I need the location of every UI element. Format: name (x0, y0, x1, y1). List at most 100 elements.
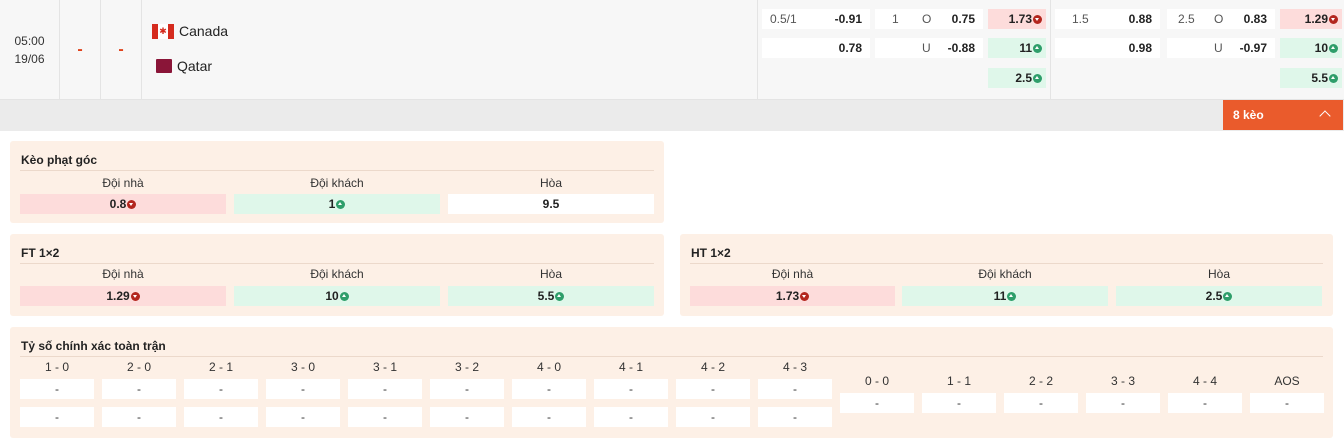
ht-draw-value: 2.5 (1205, 289, 1223, 303)
h1-handicap-home-odds: 0.88 (1128, 12, 1152, 26)
h1-handicap-home-cell[interactable]: 1.5 0.88 (1055, 9, 1160, 29)
ft-1x2-away-odds: 11 (1019, 41, 1032, 55)
arrow-up-icon (339, 291, 349, 301)
h1-under-cell[interactable]: U -0.97 (1167, 38, 1275, 58)
ft-1x2-home-odds: 1.73 (1008, 12, 1032, 26)
ft-draw-label: Hòa (539, 267, 562, 281)
ft-under-cell[interactable]: U -0.88 (875, 38, 983, 58)
ft-1x2-panel: FT 1×2 Đội nhà Đội khách Hòa 1.29 10 5.5 (10, 234, 664, 316)
more-odds-button[interactable]: 8 kèo (1223, 100, 1343, 130)
ft-overunder-line: 1 (892, 12, 899, 26)
ft-home-value: 1.29 (106, 289, 130, 303)
arrow-up-icon (1329, 74, 1338, 83)
correct-score-away-odds[interactable]: - (512, 407, 586, 427)
match-date: 19/06 (14, 52, 45, 66)
match-time: 05:00 (14, 34, 45, 48)
correct-score-home-odds[interactable]: - (758, 379, 832, 399)
correct-score-home-odds[interactable]: - (102, 379, 176, 399)
correct-score-home-odds[interactable]: - (184, 379, 258, 399)
ft-1x2-draw-cell[interactable]: 2.5 (988, 68, 1046, 88)
correct-score-draw-odds[interactable]: - (1250, 393, 1324, 413)
chevron-up-icon (1319, 110, 1331, 122)
ht-home-odds[interactable]: 1.73 (690, 286, 895, 306)
correct-score-draw-odds[interactable]: - (1086, 393, 1160, 413)
correct-score-away-odds[interactable]: - (20, 407, 94, 427)
correct-score-label: 2 - 0 (126, 360, 151, 374)
ft-1x2-home-cell[interactable]: 1.73 (988, 9, 1046, 29)
match-row[interactable]: 05:00 19/06 - - ✱ Canada Qatar 0.5/1 -0.… (0, 0, 1344, 100)
correct-score-label: 4 - 1 (618, 360, 643, 374)
correct-score-home-odds[interactable]: - (594, 379, 668, 399)
correct-score-away-odds[interactable]: - (758, 407, 832, 427)
ft-1x2-away-cell[interactable]: 11 (988, 38, 1046, 58)
correct-score-draw-label: 4 - 4 (1192, 374, 1217, 388)
correct-score-away-odds[interactable]: - (102, 407, 176, 427)
h1-handicap-line: 1.5 (1072, 12, 1089, 26)
match-time-cell: 05:00 19/06 (0, 0, 60, 100)
ht-home-value: 1.73 (775, 289, 800, 303)
correct-score-draw-label: 3 - 3 (1110, 374, 1135, 388)
corner-away-odds[interactable]: 1 (234, 194, 440, 214)
corner-home-value: 0.8 (109, 197, 127, 211)
correct-score-away-odds[interactable]: - (348, 407, 422, 427)
ft-handicap-away-cell[interactable]: 0.78 (762, 38, 870, 58)
correct-score-home-odds[interactable]: - (676, 379, 750, 399)
correct-score-label: 4 - 0 (536, 360, 561, 374)
correct-score-home-odds[interactable]: - (20, 379, 94, 399)
correct-score-away-odds[interactable]: - (430, 407, 504, 427)
correct-score-draw-odds[interactable]: - (922, 393, 996, 413)
correct-score-label: 4 - 2 (700, 360, 725, 374)
home-team[interactable]: ✱ Canada (152, 23, 228, 39)
qatar-flag-icon (156, 59, 172, 73)
correct-score-draw-odds[interactable]: - (1168, 393, 1242, 413)
corner-draw-label: Hòa (539, 176, 562, 190)
corner-draw-odds[interactable]: 9.5 (448, 194, 654, 214)
ft-over-cell[interactable]: 1 O 0.75 (875, 9, 983, 29)
correct-score-away-odds[interactable]: - (676, 407, 750, 427)
correct-score-draw-label: 0 - 0 (864, 374, 889, 388)
away-team[interactable]: Qatar (152, 58, 212, 74)
correct-score-home-odds[interactable]: - (430, 379, 504, 399)
ht-draw-odds[interactable]: 2.5 (1116, 286, 1322, 306)
ft-handicap-home-cell[interactable]: 0.5/1 -0.91 (762, 9, 870, 29)
corner-home-odds[interactable]: 0.8 (20, 194, 226, 214)
corner-away-value: 1 (328, 197, 336, 211)
correct-score-label: 3 - 0 (290, 360, 315, 374)
correct-score-home-odds[interactable]: - (512, 379, 586, 399)
away-team-name: Qatar (177, 58, 213, 74)
corner-panel-title: Kèo phạt góc (21, 153, 98, 167)
h1-1x2-away-cell[interactable]: 10 (1280, 38, 1342, 58)
correct-score-draw-odds[interactable]: - (1004, 393, 1078, 413)
ht-away-odds[interactable]: 11 (902, 286, 1108, 306)
correct-score-draw-odds[interactable]: - (840, 393, 914, 413)
correct-score-home-odds[interactable]: - (266, 379, 340, 399)
h1-over-cell[interactable]: 2.5 O 0.83 (1167, 9, 1275, 29)
ht-draw-label: Hòa (1207, 267, 1230, 281)
away-score: - (101, 0, 142, 100)
correct-score-away-odds[interactable]: - (594, 407, 668, 427)
ft-home-label: Đội nhà (102, 267, 144, 281)
corner-home-label: Đội nhà (102, 176, 144, 190)
correct-score-home-odds[interactable]: - (348, 379, 422, 399)
correct-score-away-odds[interactable]: - (266, 407, 340, 427)
arrow-down-icon (800, 291, 810, 301)
correct-score-away-odds[interactable]: - (184, 407, 258, 427)
h1-1x2-draw-cell[interactable]: 5.5 (1280, 68, 1342, 88)
corner-odds-panel: Kèo phạt góc Đội nhà Đội khách Hòa 0.8 1… (10, 141, 664, 223)
corner-draw-value: 9.5 (542, 197, 560, 211)
ft-away-odds[interactable]: 10 (234, 286, 440, 306)
arrow-up-icon (336, 199, 346, 209)
h1-1x2-home-cell[interactable]: 1.29 (1280, 9, 1342, 29)
ft-home-odds[interactable]: 1.29 (20, 286, 226, 306)
h1-over-label: O (1214, 12, 1224, 26)
correct-score-label: 3 - 2 (454, 360, 479, 374)
teams-cell[interactable]: ✱ Canada Qatar (142, 0, 758, 100)
ft-panel-title: FT 1×2 (21, 246, 60, 260)
arrow-down-icon (127, 199, 137, 209)
arrow-up-icon (1329, 44, 1338, 53)
ht-panel-title: HT 1×2 (691, 246, 731, 260)
correct-score-label: 3 - 1 (372, 360, 397, 374)
ft-1x2-draw-odds: 2.5 (1015, 71, 1032, 85)
ft-draw-odds[interactable]: 5.5 (448, 286, 654, 306)
h1-handicap-away-cell[interactable]: 0.98 (1055, 38, 1160, 58)
